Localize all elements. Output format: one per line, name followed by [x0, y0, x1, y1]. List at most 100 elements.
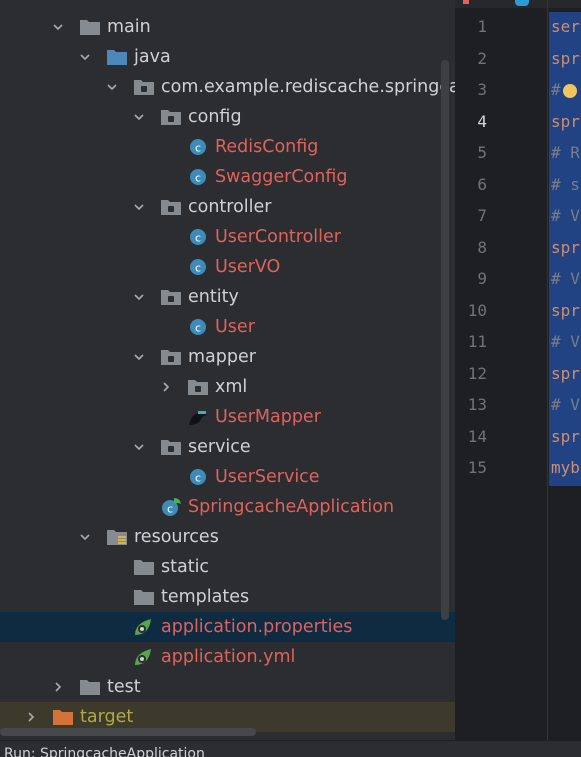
- line-number: 1: [477, 17, 487, 36]
- tree-item-label: UserService: [215, 467, 320, 487]
- package-icon: [160, 107, 182, 127]
- tree-row-entity[interactable]: entity: [0, 282, 455, 312]
- tree-row-userservice[interactable]: c UserService: [0, 462, 455, 492]
- chevron-down-icon[interactable]: [133, 291, 145, 303]
- code-line[interactable]: spr: [551, 49, 580, 68]
- run-tab-label[interactable]: Run: SpringcacheApplication: [4, 746, 205, 757]
- line-number: 9: [477, 269, 487, 288]
- svg-text:c: c: [195, 472, 201, 485]
- class-icon: c: [187, 317, 209, 337]
- tree-item-label: resources: [134, 527, 219, 547]
- code-line[interactable]: ser: [551, 17, 580, 36]
- gutter-separator: [547, 0, 548, 740]
- tree-top-strip: [0, 0, 455, 6]
- svg-text:c: c: [195, 322, 201, 335]
- tree-item-label: config: [188, 107, 242, 127]
- tree-row-test[interactable]: test: [0, 672, 455, 702]
- folder-icon: [133, 557, 155, 577]
- chevron-right-icon[interactable]: [160, 381, 172, 393]
- code-line[interactable]: spr: [551, 112, 580, 131]
- resources-icon: [106, 527, 128, 547]
- chevron-right-icon[interactable]: [52, 681, 64, 693]
- line-number: 5: [477, 143, 487, 162]
- tree-item-label: User: [215, 317, 255, 337]
- package-icon: [133, 77, 155, 97]
- tree-row-swaggerconfig[interactable]: c SwaggerConfig: [0, 162, 455, 192]
- code-line[interactable]: # V: [551, 269, 580, 288]
- editor-tab-marker[interactable]: [463, 0, 469, 4]
- package-icon: [160, 287, 182, 307]
- line-number: 8: [477, 237, 487, 257]
- editor-tab-strip: [455, 0, 581, 8]
- tree-row-templates[interactable]: templates: [0, 582, 455, 612]
- code-line[interactable]: # s: [551, 175, 580, 194]
- chevron-down-icon[interactable]: [52, 21, 64, 33]
- tree-row-user[interactable]: c User: [0, 312, 455, 342]
- tree-item-label: UserMapper: [215, 407, 321, 427]
- code-line[interactable]: # V: [551, 395, 580, 414]
- code-editor[interactable]: 1 2 3 4 5 6 7 8 9 10 11 12 13 14 15 ser spr # spr # R # s # V…: [455, 0, 581, 740]
- tree-row-usermapper[interactable]: UserMapper: [0, 402, 455, 432]
- bottom-run-bar: Run: SpringcacheApplication: [0, 740, 581, 757]
- tree-item-label: xml: [215, 377, 248, 397]
- tree-row-resources[interactable]: resources: [0, 522, 455, 552]
- project-tree: main java com.example.rediscache.springcac…: [0, 0, 455, 740]
- chevron-down-icon[interactable]: [133, 351, 145, 363]
- folder-icon: [79, 17, 101, 37]
- chevron-down-icon[interactable]: [133, 201, 145, 213]
- tree-item-label: java: [134, 47, 171, 67]
- chevron-right-icon[interactable]: [25, 711, 37, 723]
- svg-text:c: c: [195, 232, 201, 245]
- tree-row-controller[interactable]: controller: [0, 192, 455, 222]
- code-line[interactable]: # V: [551, 332, 580, 351]
- tree-row-redisconfig[interactable]: c RedisConfig: [0, 132, 455, 162]
- tree-row-config[interactable]: config: [0, 102, 455, 132]
- line-number: 12: [467, 363, 487, 383]
- tree-vertical-scrollbar[interactable]: [441, 60, 449, 620]
- tree-row-appyml[interactable]: application.yml: [0, 642, 455, 672]
- tree-row-uservo[interactable]: c UserVO: [0, 252, 455, 282]
- code-line[interactable]: spr: [551, 427, 580, 446]
- code-line[interactable]: spr: [551, 301, 580, 320]
- code-line[interactable]: myb: [551, 458, 580, 477]
- package-icon: [160, 197, 182, 217]
- folder-icon: [79, 677, 101, 697]
- chevron-down-icon[interactable]: [133, 441, 145, 453]
- tree-row-mapper[interactable]: mapper: [0, 342, 455, 372]
- tree-row-service[interactable]: service: [0, 432, 455, 462]
- lightbulb-icon[interactable]: [563, 84, 577, 98]
- line-number: 6: [477, 174, 487, 194]
- chevron-down-icon[interactable]: [79, 531, 91, 543]
- tree-item-label: SpringcacheApplication: [188, 497, 395, 517]
- line-number: 13: [467, 395, 487, 414]
- editor-tab-marker-active[interactable]: [515, 0, 529, 6]
- svg-text:c: c: [195, 172, 201, 185]
- tree-row-static[interactable]: static: [0, 552, 455, 582]
- tree-row-main[interactable]: main: [0, 12, 455, 42]
- code-line[interactable]: spr: [551, 238, 580, 257]
- tree-item-label: templates: [161, 587, 250, 607]
- tree-row-xml[interactable]: xml: [0, 372, 455, 402]
- class-icon: c: [187, 167, 209, 187]
- tree-row-springcacheapp[interactable]: c SpringcacheApplication: [0, 492, 455, 522]
- tree-row-java[interactable]: java: [0, 42, 455, 72]
- class-icon: c: [187, 227, 209, 247]
- svg-text:c: c: [195, 262, 201, 275]
- folder-blue-icon: [106, 47, 128, 67]
- code-line[interactable]: #: [551, 80, 561, 99]
- line-number: 14: [467, 426, 487, 446]
- code-line[interactable]: # V: [551, 206, 580, 225]
- line-number: 15: [467, 458, 487, 477]
- tree-row-package[interactable]: com.example.rediscache.springcache: [0, 72, 455, 102]
- line-number: 10: [467, 300, 487, 320]
- chevron-down-icon[interactable]: [133, 111, 145, 123]
- code-line[interactable]: spr: [551, 364, 580, 383]
- tree-row-appprops[interactable]: application.properties: [0, 612, 455, 642]
- chevron-down-icon[interactable]: [79, 51, 91, 63]
- tree-item-label: RedisConfig: [215, 137, 319, 157]
- tree-item-label: application.properties: [161, 617, 353, 637]
- tree-row-usercontroller[interactable]: c UserController: [0, 222, 455, 252]
- tree-horizontal-scrollbar[interactable]: [0, 728, 256, 736]
- chevron-down-icon[interactable]: [106, 81, 118, 93]
- code-line[interactable]: # R: [551, 143, 580, 162]
